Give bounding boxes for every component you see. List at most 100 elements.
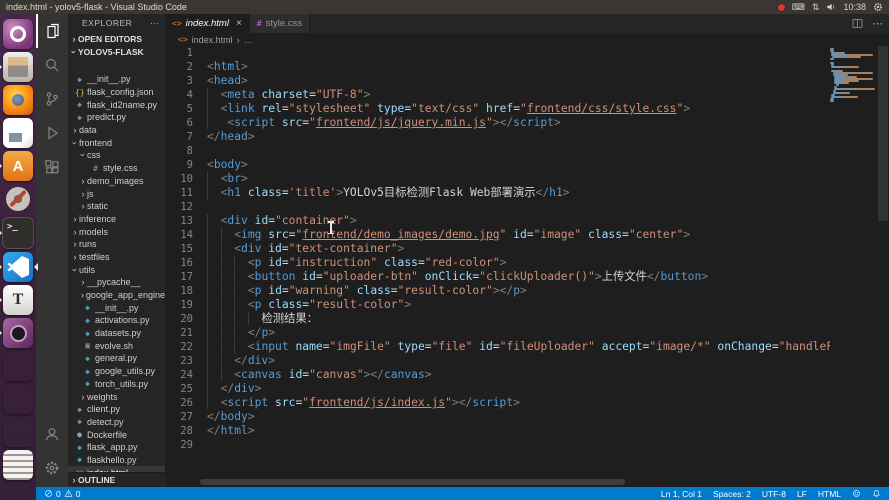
tree-item-frontend[interactable]: › frontend [68,136,165,149]
launcher-drive-stack-icon[interactable] [3,450,33,480]
launcher-drive-2-icon[interactable] [3,384,33,414]
tree-item-css[interactable]: › css [68,149,165,162]
tree-item-weights[interactable]: › weights [68,390,165,403]
code-line-8[interactable]: 8 [165,144,830,158]
code-line-29[interactable]: 29 [165,438,830,452]
vertical-scrollbar[interactable] [877,33,889,465]
code-line-1[interactable]: 1 [165,46,830,60]
code-line-21[interactable]: 21 </p> [165,326,830,340]
tree-item-google_utils.py[interactable]: ◆ google_utils.py [68,365,165,378]
tab-index.html[interactable]: <> index.html × [165,14,250,33]
tree-item-flask_id2name.py[interactable]: ◆ flask_id2name.py [68,98,165,111]
code-line-2[interactable]: 2 <html> [165,60,830,74]
tree-item-detect.py[interactable]: ◆ detect.py [68,416,165,429]
tree-item-evolve.sh[interactable]: ▣ evolve.sh [68,339,165,352]
status-cursor-position[interactable]: Ln 1, Col 1 [661,489,702,499]
tree-item-flask_app.py[interactable]: ◆ flask_app.py [68,441,165,454]
minimap[interactable] [830,33,877,465]
code-line-22[interactable]: 22 <input name="imgFile" type="file" id=… [165,340,830,354]
more-actions-icon[interactable]: ⋯ [872,17,883,30]
volume-icon[interactable] [826,2,836,12]
activity-bar-search-icon[interactable] [36,48,68,82]
error-count[interactable]: 0 [56,489,61,499]
tree-item-predict.py[interactable]: ◆ predict.py [68,111,165,124]
launcher-terminal-icon[interactable]: >_ [0,217,34,249]
close-icon[interactable]: × [236,18,242,29]
activity-bar-account-icon[interactable] [36,417,68,451]
session-gear-icon[interactable] [873,2,883,12]
code-line-4[interactable]: 4 <meta charset="UTF-8"> [165,88,830,102]
keyboard-indicator-icon[interactable]: ⌨ [792,2,805,12]
code-line-26[interactable]: 26 <script src="frontend/js/index.js"></… [165,396,830,410]
tree-item-google_app_engine[interactable]: › google_app_engine [68,289,165,302]
code-line-12[interactable]: 12 [165,200,830,214]
tree-item-general.py[interactable]: ◆ general.py [68,352,165,365]
code-line-24[interactable]: 24 <canvas id="canvas"></canvas> [165,368,830,382]
launcher-drive-3-icon[interactable] [3,417,33,447]
activity-bar-explorer-icon[interactable] [36,14,68,48]
notifications-bell-icon[interactable] [872,489,881,498]
code-line-19[interactable]: 19 <p class="result-color"> [165,298,830,312]
launcher-file-manager-icon[interactable] [0,52,33,82]
launcher-libreoffice-icon[interactable] [3,118,33,148]
activity-bar-extensions-icon[interactable] [36,150,68,184]
code-line-20[interactable]: 20 检测结果： [165,312,830,326]
tree-item-utils[interactable]: › utils [68,263,165,276]
code-line-13[interactable]: 13 <div id="container"> [165,214,830,228]
code-line-5[interactable]: 5 <link rel="stylesheet" type="text/css"… [165,102,830,116]
feedback-smiley-icon[interactable] [852,489,861,498]
outline-section[interactable]: › OUTLINE [68,472,165,487]
tree-item-demo_images[interactable]: › demo_images [68,175,165,188]
code-line-25[interactable]: 25 </div> [165,382,830,396]
status-encoding[interactable]: UTF-8 [762,489,786,499]
code-line-18[interactable]: 18 <p id="warning" class="result-color">… [165,284,830,298]
activity-bar-settings-icon[interactable] [36,451,68,485]
tree-item-inference[interactable]: › inference [68,213,165,226]
tree-item-flask_config.json[interactable]: {} flask_config.json [68,86,165,99]
code-editor[interactable]: 1 2 <html> 3 <head> 4 <meta charset="UTF-8"> 5… [165,46,830,465]
tree-item-flaskhello.py[interactable]: ◆ flaskhello.py [68,454,165,467]
tree-item-models[interactable]: › models [68,225,165,238]
launcher-drive-1-icon[interactable] [3,351,33,381]
code-line-11[interactable]: 11 <h1 class='title'>YOLOv5目标检测Flask Web… [165,186,830,200]
tree-item-static[interactable]: › static [68,200,165,213]
activity-bar-run-debug-icon[interactable] [36,116,68,150]
open-editors-section[interactable]: › OPEN EDITORS [68,32,165,45]
tree-item-testfiles[interactable]: › testfiles [68,251,165,264]
tree-item-activations.py[interactable]: ◆ activations.py [68,314,165,327]
status-eol[interactable]: LF [797,489,807,499]
breadcrumb-more[interactable]: … [244,35,253,45]
tree-item-js[interactable]: › js [68,187,165,200]
tree-item-runs[interactable]: › runs [68,238,165,251]
tree-item-torch_utils.py[interactable]: ◆ torch_utils.py [68,378,165,391]
launcher-settings-tool-icon[interactable] [3,184,33,214]
tree-item-__init__.py[interactable]: ◆ __init__.py [68,73,165,86]
root-folder-section[interactable]: › YOLOV5-FLASK [68,45,165,58]
code-line-7[interactable]: 7 </head> [165,130,830,144]
network-indicator-icon[interactable]: ⇅ [812,2,820,12]
code-line-9[interactable]: 9 <body> [165,158,830,172]
warning-count[interactable]: 0 [76,489,81,499]
code-line-16[interactable]: 16 <p id="instruction" class="red-color"… [165,256,830,270]
code-line-3[interactable]: 3 <head> [165,74,830,88]
explorer-more-actions[interactable]: ⋯ [150,14,159,32]
activity-bar-source-control-icon[interactable] [36,82,68,116]
code-line-14[interactable]: 14 <img src="frontend/demo_images/demo.j… [165,228,830,242]
launcher-orange-a-app-icon[interactable]: A [0,151,33,181]
recording-indicator-icon[interactable] [777,3,785,11]
launcher-ubuntu-dash-icon[interactable] [3,19,33,49]
warnings-icon[interactable] [64,489,73,498]
breadcrumb[interactable]: <> index.html › … [165,33,889,46]
tree-item-data[interactable]: › data [68,124,165,137]
code-line-15[interactable]: 15 <div id="text-container"> [165,242,830,256]
code-line-23[interactable]: 23 </div> [165,354,830,368]
tab-style.css[interactable]: # style.css [249,14,311,33]
code-line-28[interactable]: 28 </html> [165,424,830,438]
breadcrumb-file[interactable]: index.html [192,35,233,45]
horizontal-scrollbar[interactable] [200,479,625,485]
clock[interactable]: 10:38 [843,2,866,12]
tree-item-__pycache__[interactable]: › __pycache__ [68,276,165,289]
code-line-17[interactable]: 17 <button id="uploader-btn" onClick="cl… [165,270,830,284]
tree-item-style.css[interactable]: # style.css [68,162,165,175]
launcher-text-editor-icon[interactable]: T [0,285,33,315]
